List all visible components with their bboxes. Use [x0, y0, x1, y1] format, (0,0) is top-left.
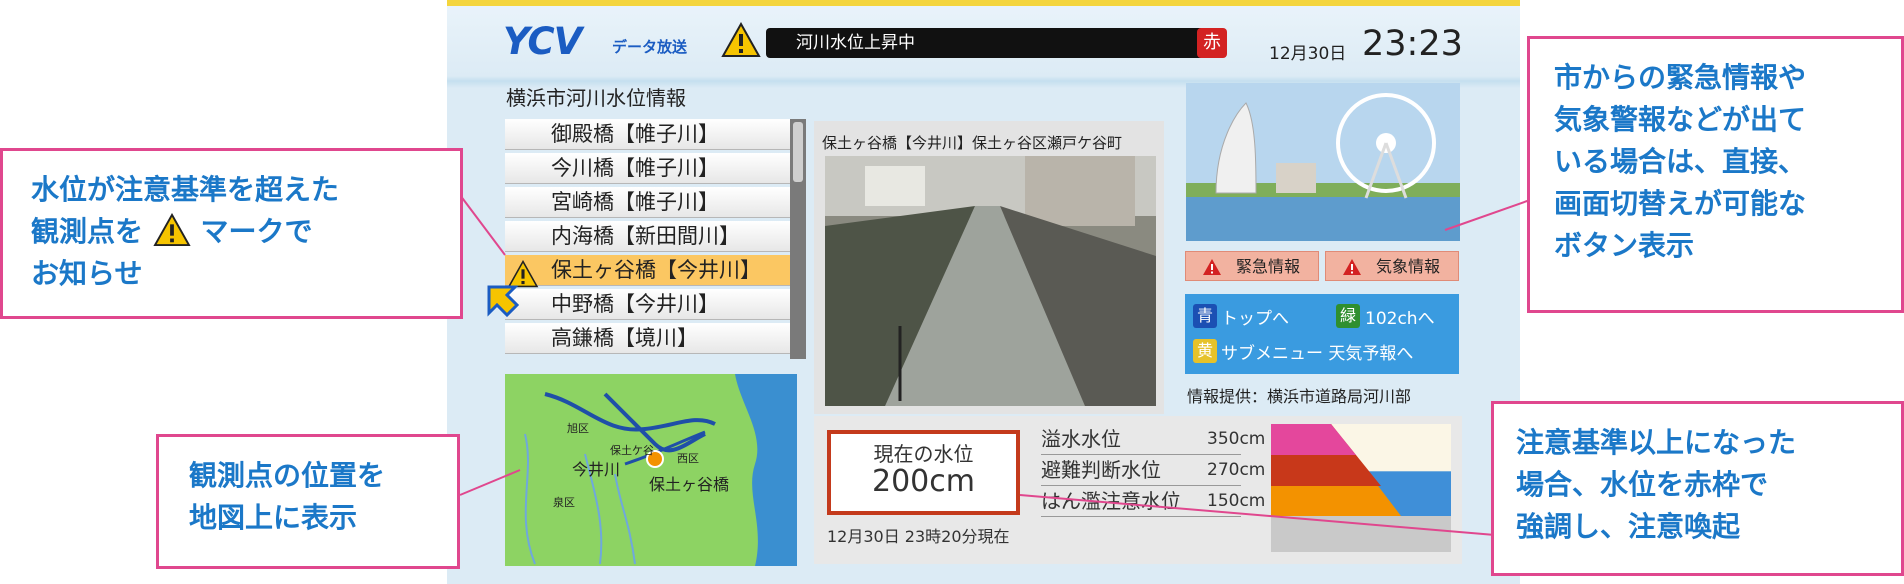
callout-text: 市からの緊急情報や: [1554, 61, 1807, 94]
callout-text: 気象警報などが出て: [1554, 103, 1807, 136]
callout-text: お知らせ: [31, 257, 143, 290]
callout-emergency-buttons: 市からの緊急情報や 気象警報などが出て いる場合は、直接、 画面切替えが可能な …: [1527, 36, 1904, 313]
callout-text: いる場合は、直接、: [1554, 145, 1807, 178]
callout-warning-mark: 水位が注意基準を超えた 観測点を マークで お知らせ: [0, 148, 463, 319]
callout-text: 画面切替えが可能な: [1554, 187, 1807, 220]
callout-map-location: 観測点の位置を 地図上に表示: [156, 434, 460, 569]
callout-red-frame: 注意基準以上になった 場合、水位を赤枠で 強調し、注意喚起: [1491, 401, 1904, 576]
callout-text: 地図上に表示: [189, 501, 358, 534]
callout-text: ボタン表示: [1554, 229, 1695, 262]
callout-text: 観測点を: [31, 215, 144, 248]
callout-text-row: 観測点を マークで: [31, 211, 460, 253]
callout-text: マークで: [200, 215, 313, 248]
callout-text: 水位が注意基準を超えた: [31, 173, 340, 206]
callout-text: 強調し、注意喚起: [1516, 510, 1741, 543]
callout-text: 観測点の位置を: [189, 459, 386, 492]
warning-icon: [153, 212, 191, 247]
callout-text: 注意基準以上になった: [1516, 426, 1797, 459]
callout-text: 場合、水位を赤枠で: [1516, 468, 1769, 501]
